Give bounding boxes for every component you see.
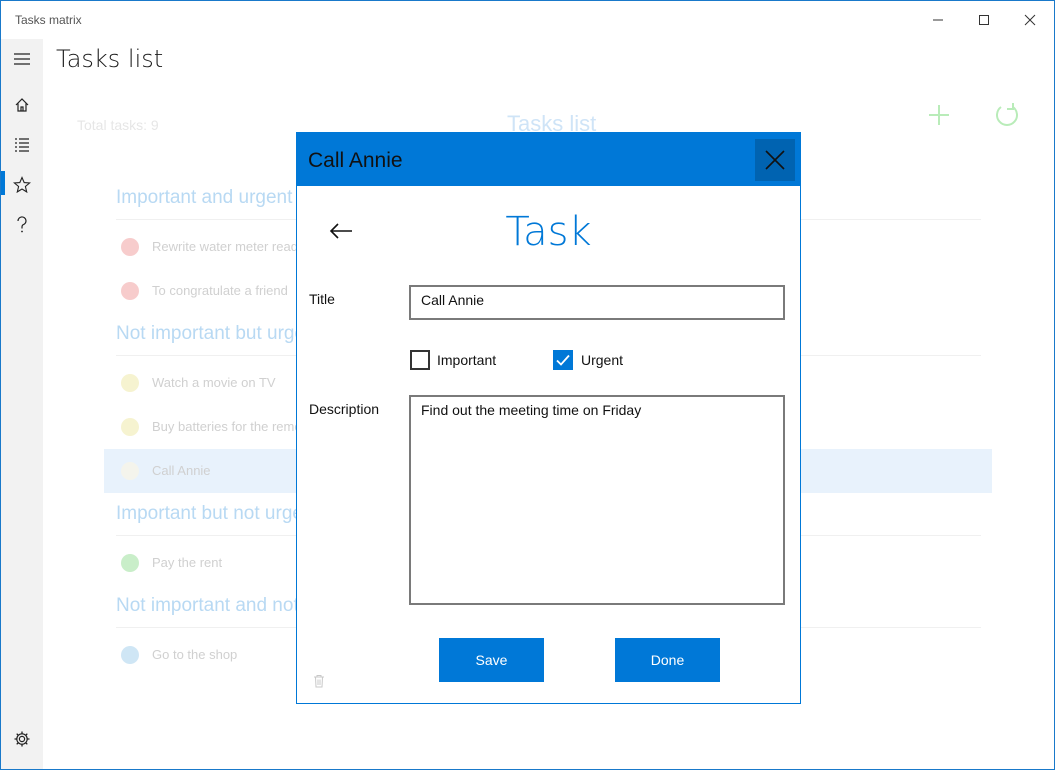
task-status-icon — [121, 462, 139, 480]
title-input[interactable]: Call Annie — [409, 285, 785, 320]
task-title: Watch a movie on TV — [152, 375, 276, 390]
task-status-icon — [121, 554, 139, 572]
dialog-heading: Task — [505, 209, 592, 255]
star-icon — [13, 176, 31, 194]
done-button[interactable]: Done — [615, 638, 720, 682]
task-title: To congratulate a friend — [152, 283, 288, 298]
nav-item-favorites[interactable] — [1, 165, 43, 205]
dialog-close-button[interactable] — [755, 139, 795, 181]
group-header-important-not-urgent: Important but not urgent — [116, 503, 319, 524]
dialog-header: Call Annie — [297, 133, 800, 186]
title-label: Title — [309, 291, 335, 307]
nav-item-help[interactable] — [1, 205, 43, 245]
total-tasks: Total tasks: 9 — [77, 117, 159, 133]
urgent-checkbox[interactable] — [553, 350, 573, 370]
save-button[interactable]: Save — [439, 638, 544, 682]
nav-menu-toggle[interactable] — [1, 39, 43, 79]
important-label: Important — [437, 352, 497, 368]
task-title: Buy batteries for the remote — [152, 419, 313, 434]
navigation-pane — [1, 39, 43, 769]
close-window-button[interactable] — [1007, 1, 1053, 39]
settings-icon — [14, 731, 30, 747]
important-checkbox[interactable] — [410, 350, 430, 370]
total-tasks-count: 9 — [150, 117, 159, 133]
task-status-icon — [121, 238, 139, 256]
task-status-icon — [121, 374, 139, 392]
refresh-button[interactable] — [993, 101, 1021, 129]
nav-item-settings[interactable] — [1, 719, 43, 759]
nav-item-home[interactable] — [1, 85, 43, 125]
delete-task-button[interactable] — [313, 674, 325, 693]
task-status-icon — [121, 282, 139, 300]
task-title: Pay the rent — [152, 555, 223, 570]
app-window: Total tasks: 9 Tasks list Important and … — [0, 0, 1055, 770]
title-bar: Tasks matrix — [1, 1, 1054, 39]
minimize-icon — [933, 19, 943, 21]
task-dialog: Call Annie Task Title Call Annie Importa… — [296, 132, 801, 704]
home-icon — [15, 98, 29, 112]
task-title: Call Annie — [152, 463, 211, 478]
task-status-icon — [121, 646, 139, 664]
close-icon — [1024, 14, 1036, 26]
refresh-icon — [996, 103, 1018, 126]
trash-icon — [314, 675, 324, 688]
help-icon — [17, 216, 27, 233]
urgent-label: Urgent — [581, 352, 624, 368]
description-label: Description — [309, 401, 380, 417]
group-header-important-urgent: Important and urgent — [116, 187, 293, 208]
close-icon — [765, 150, 785, 170]
total-tasks-label: Total tasks: — [77, 117, 148, 133]
task-status-icon — [121, 418, 139, 436]
maximize-button[interactable] — [961, 1, 1007, 39]
checkmark-icon — [556, 354, 570, 366]
page-title: Tasks list — [56, 45, 164, 73]
nav-item-tasks-list[interactable] — [1, 125, 43, 165]
description-input[interactable]: Find out the meeting time on Friday — [409, 395, 785, 605]
window-title: Tasks matrix — [15, 13, 82, 27]
add-task-button[interactable] — [925, 101, 953, 129]
maximize-icon — [979, 15, 989, 25]
task-title: Go to the shop — [152, 647, 238, 662]
list-icon — [15, 138, 29, 152]
hamburger-icon — [14, 53, 30, 65]
add-icon — [929, 105, 949, 125]
minimize-button[interactable] — [915, 1, 961, 39]
dialog-title: Call Annie — [308, 149, 403, 172]
group-header-not-important-urgent: Not important but urgent — [116, 323, 321, 344]
